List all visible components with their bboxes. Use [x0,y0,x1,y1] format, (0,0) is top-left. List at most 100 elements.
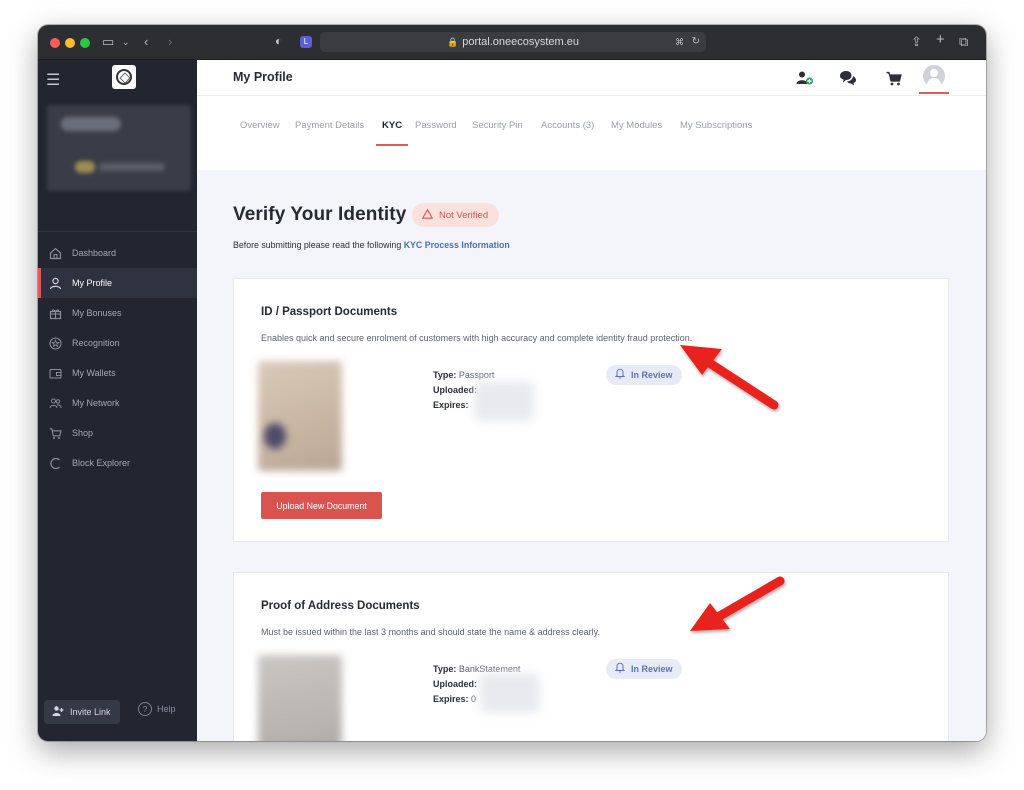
card-title: Proof of Address Documents [261,600,420,612]
profile-card-blurred [47,105,191,191]
tab-accounts[interactable]: Accounts (3) [541,118,594,148]
sidebar-item-label: My Network [72,398,120,408]
share-icon[interactable]: ⇪ [911,33,922,51]
sidebar-item-block-explorer[interactable]: Block Explorer [38,448,197,478]
user-icon [48,276,62,290]
reload-icon[interactable]: ↻ [692,32,700,52]
menu-icon[interactable]: ☰ [46,70,60,90]
cart-icon [48,426,62,440]
card-title: ID / Passport Documents [261,306,398,318]
top-header: My Profile [197,60,986,95]
help-icon: ? [138,702,152,716]
kyc-process-info-link[interactable]: KYC Process Information [404,240,510,250]
avatar-active-indicator [919,92,949,94]
sidebar-toggle-icon[interactable]: ▭ [102,33,114,51]
verify-identity-heading: Verify Your Identity [233,204,407,225]
bell-icon [614,662,626,676]
review-status-badge: In Review [606,365,682,385]
address-bar-url: portal.oneecosystem.eu [462,36,579,48]
address-bar[interactable]: 🔒 portal.oneecosystem.eu ⌘ ↻ [320,32,706,52]
tab-security-pin[interactable]: Security Pin [472,118,523,148]
card-description: Enables quick and secure enrolment of cu… [261,333,693,343]
sidebar-nav: Dashboard My Profile My Bonuses Recognit… [38,238,197,478]
expires-label: Expires: [433,400,469,410]
sidebar-item-dashboard[interactable]: Dashboard [38,238,197,268]
extension-icon[interactable]: L [300,36,312,48]
sidebar-item-my-wallets[interactable]: My Wallets [38,358,197,388]
help-label: Help [157,704,176,714]
kyc-intro-text: Before submitting please read the follow… [233,240,510,250]
forward-icon[interactable]: › [168,33,172,51]
sidebar-item-shop[interactable]: Shop [38,418,197,448]
type-label: Type: [433,664,457,674]
app-logo[interactable] [112,65,136,89]
sidebar-item-label: Dashboard [72,248,117,258]
review-status-label: In Review [631,370,673,380]
gift-icon [48,306,62,320]
sidebar-item-label: My Wallets [72,368,116,378]
invite-link-button[interactable]: Invite Link [44,700,120,724]
intro-text: Before submitting please read the follow… [233,240,402,250]
cart-icon[interactable] [883,68,905,88]
sidebar-item-label: My Profile [72,278,113,288]
new-tab-icon[interactable]: + [936,31,945,49]
status-badge-label: Not Verified [439,209,489,221]
window-zoom-button[interactable] [80,38,90,48]
help-link[interactable]: ? Help [138,702,176,716]
tab-my-modules[interactable]: My Modules [611,118,662,148]
window-close-button[interactable] [50,38,60,48]
tab-kyc[interactable]: KYC [375,118,409,148]
uploaded-label: Uploaded: [433,679,477,689]
sidebar-item-label: Recognition [72,338,120,348]
tab-password[interactable]: Password [415,118,457,148]
sidebar-divider [38,231,197,232]
type-label: Type: [433,370,457,380]
profile-tabs: Overview Payment Details KYC Password Se… [197,95,986,170]
sidebar-item-label: My Bonuses [72,308,122,318]
translate-icon[interactable]: ⌘ [675,32,684,52]
add-user-icon [52,705,64,720]
sidebar-item-my-network[interactable]: My Network [38,388,197,418]
status-badge: Not Verified [412,203,500,227]
sidebar-item-label: Shop [72,428,94,438]
document-thumbnail[interactable] [258,655,342,741]
lock-icon: 🔒 [446,37,459,47]
warning-icon [421,208,434,222]
tab-payment-details[interactable]: Payment Details [295,118,364,148]
chevron-down-icon[interactable]: ⌄ [122,33,130,51]
wallet-icon [48,366,62,380]
main-content: My Profile Overview Payment Details KYC … [197,60,986,741]
tab-overview-icon[interactable]: ⧉ [959,33,968,51]
window-minimize-button[interactable] [65,38,75,48]
sidebar-item-label: Block Explorer [72,458,131,468]
page-title: My Profile [233,70,293,84]
expires-value: 0 [471,694,477,704]
sidebar-item-my-bonuses[interactable]: My Bonuses [38,298,197,328]
sidebar-item-my-profile[interactable]: My Profile [38,268,197,298]
document-thumbnail[interactable] [258,361,342,471]
star-icon [48,336,62,350]
expires-label: Expires: [433,694,469,704]
sidebar-item-recognition[interactable]: Recognition [38,328,197,358]
proof-of-address-card: Proof of Address Documents Must be issue… [233,572,949,741]
shield-icon[interactable]: ◐ [275,34,287,49]
redacted-dates [474,381,534,421]
invite-link-label: Invite Link [70,707,111,717]
tab-my-subscriptions[interactable]: My Subscriptions [680,118,752,148]
review-status-badge: In Review [606,659,682,679]
browser-titlebar: ▭ ⌄ ‹ › ◐ L 🔒 portal.oneecosystem.eu ⌘ ↻ … [38,25,986,60]
id-passport-card: ID / Passport Documents Enables quick an… [233,278,949,542]
chat-icon[interactable] [837,68,859,88]
avatar[interactable] [923,65,945,87]
back-icon[interactable]: ‹ [144,33,148,51]
explorer-icon [48,456,62,470]
browser-window: ▭ ⌄ ‹ › ◐ L 🔒 portal.oneecosystem.eu ⌘ ↻ … [38,25,986,741]
type-value: Passport [458,370,495,380]
upload-new-document-button[interactable]: Upload New Document [261,492,382,519]
review-status-label: In Review [631,664,673,674]
bell-icon [614,368,626,382]
home-icon [48,246,62,260]
network-icon [48,396,62,410]
add-user-icon[interactable] [794,68,816,88]
tab-overview[interactable]: Overview [240,118,280,148]
